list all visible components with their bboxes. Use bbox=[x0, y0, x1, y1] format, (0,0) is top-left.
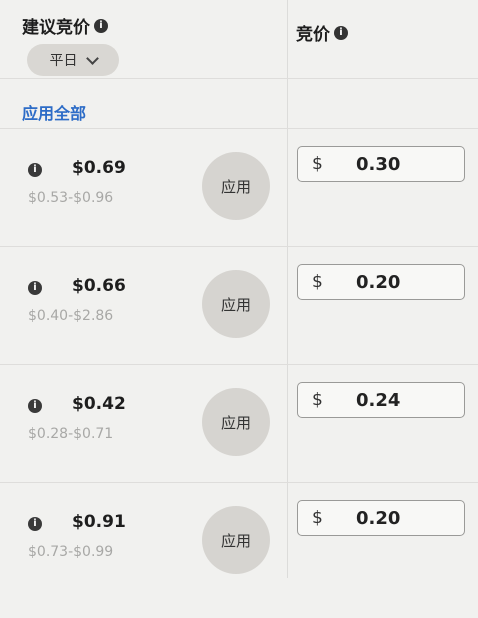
bid-input[interactable] bbox=[338, 505, 466, 531]
bid-input[interactable] bbox=[338, 387, 466, 413]
suggested-bid-range: $0.73-$0.99 bbox=[28, 544, 114, 560]
suggested-bid-value: $0.42 bbox=[72, 394, 126, 414]
period-select[interactable]: 平日 bbox=[27, 44, 119, 76]
info-icon[interactable]: i bbox=[28, 399, 42, 413]
bid-field[interactable]: $ bbox=[297, 382, 466, 418]
bid-field[interactable]: $ bbox=[297, 264, 466, 300]
bid-field[interactable]: $ bbox=[297, 146, 466, 182]
suggested-bid-header: 建议竞价 i bbox=[22, 13, 108, 38]
bid-input[interactable] bbox=[338, 269, 466, 295]
bid-input[interactable] bbox=[338, 151, 466, 177]
info-icon[interactable]: i bbox=[28, 163, 42, 177]
currency-symbol: $ bbox=[312, 154, 323, 174]
suggested-bid-value: $0.66 bbox=[72, 276, 126, 296]
bid-row: i $0.69 $0.53-$0.96 应用 $ bbox=[0, 146, 478, 264]
bid-label: 竞价 bbox=[296, 25, 330, 45]
info-icon[interactable]: i bbox=[28, 517, 42, 531]
suggested-bid-value: $0.69 bbox=[72, 158, 126, 178]
suggested-bid-range: $0.53-$0.96 bbox=[28, 190, 114, 206]
row-divider bbox=[0, 128, 478, 129]
bid-row: i $0.91 $0.73-$0.99 应用 $ bbox=[0, 500, 478, 618]
info-icon[interactable]: i bbox=[28, 281, 42, 295]
suggested-bid-label: 建议竞价 bbox=[22, 18, 90, 38]
period-select-value: 平日 bbox=[49, 53, 78, 69]
currency-symbol: $ bbox=[312, 390, 323, 410]
suggested-bid-range: $0.28-$0.71 bbox=[28, 426, 114, 442]
currency-symbol: $ bbox=[312, 272, 323, 292]
info-icon[interactable]: i bbox=[334, 25, 348, 40]
header-divider bbox=[0, 78, 478, 79]
chevron-down-icon bbox=[85, 51, 99, 65]
currency-symbol: $ bbox=[312, 508, 323, 528]
bid-header: 竞价 i bbox=[296, 20, 348, 45]
suggested-bid-value: $0.91 bbox=[72, 512, 126, 532]
suggested-bid-range: $0.40-$2.86 bbox=[28, 308, 114, 324]
bid-row: i $0.66 $0.40-$2.86 应用 $ bbox=[0, 264, 478, 382]
apply-button[interactable]: 应用 bbox=[202, 388, 270, 456]
apply-button[interactable]: 应用 bbox=[202, 152, 270, 220]
bid-row: i $0.42 $0.28-$0.71 应用 $ bbox=[0, 382, 478, 500]
apply-all-link[interactable]: 应用全部 bbox=[22, 100, 86, 124]
apply-button[interactable]: 应用 bbox=[202, 270, 270, 338]
bid-field[interactable]: $ bbox=[297, 500, 466, 536]
apply-button[interactable]: 应用 bbox=[202, 506, 270, 574]
info-icon[interactable]: i bbox=[94, 18, 108, 33]
